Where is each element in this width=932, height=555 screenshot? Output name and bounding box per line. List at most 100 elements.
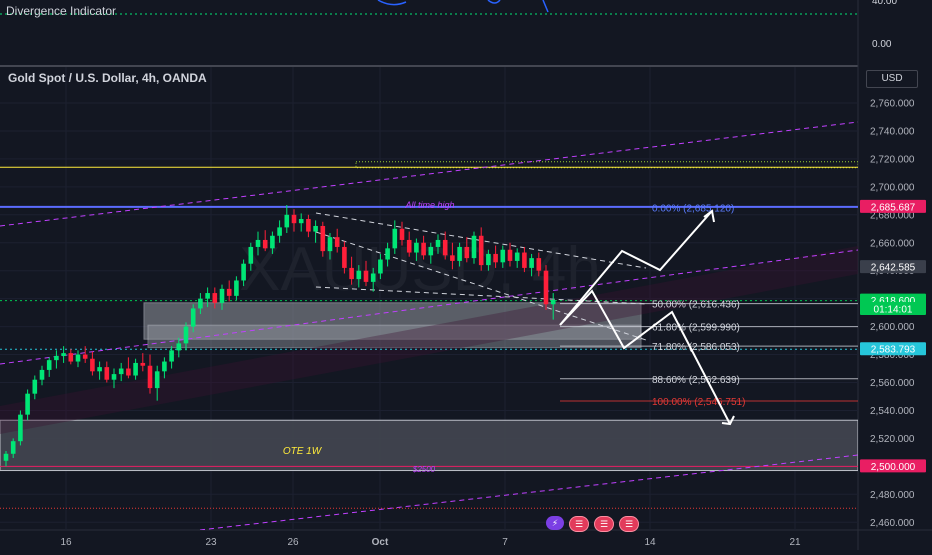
candle-body (298, 218, 304, 224)
candle-body (68, 353, 74, 362)
x-tick-labels: 16 23 26 Oct 7 14 21 (60, 537, 801, 548)
candle-body (212, 293, 218, 303)
candle-body (385, 248, 390, 260)
x-tick-label: Oct (372, 537, 389, 548)
candle-body (284, 214, 290, 228)
candle-body (205, 293, 210, 299)
fib-level-label: 0.00% (2,685.120) (652, 204, 734, 215)
candle-body (320, 225, 326, 252)
candle-body (392, 228, 398, 249)
candle-body (414, 242, 419, 253)
candle-body (486, 253, 491, 266)
candle-body (162, 361, 167, 372)
candle-body (529, 258, 534, 268)
price-label-text: 2,583.793 (871, 345, 916, 356)
price-label-text: 01:14:01 (874, 304, 913, 315)
candle-body (334, 237, 340, 247)
candle-body (356, 270, 362, 280)
candle-body (241, 263, 246, 281)
x-tick-label: 21 (789, 537, 801, 548)
candle-body (406, 239, 412, 253)
candle-body (118, 368, 124, 375)
candle-body (306, 218, 311, 232)
us-flag-icon[interactable]: ☰ (619, 516, 639, 532)
price-label-text: 2,500.000 (871, 462, 916, 473)
indicator-pane (0, 0, 858, 64)
candle-body (248, 246, 254, 264)
candle-body (543, 270, 549, 305)
x-tick-label: 14 (644, 537, 656, 548)
candle-body (234, 280, 239, 296)
indicator-title: Divergence Indicator (6, 4, 117, 18)
chart-annotation: OTE 1W (283, 446, 323, 457)
candle-body (126, 368, 131, 376)
candle-body (270, 235, 275, 249)
chart-title: Gold Spot / U.S. Dollar, 4h, OANDA (8, 71, 207, 85)
candle-body (75, 354, 81, 362)
candle-body (90, 358, 95, 372)
fib-level-label: 71.80% (2,586.053) (652, 342, 740, 353)
indicator-tick-label: 40.00 (872, 0, 897, 7)
candle-body (10, 441, 16, 454)
us-flag-icon[interactable]: ☰ (594, 516, 614, 532)
candle-body (154, 371, 160, 389)
candle-body (478, 235, 484, 266)
us-flag-icon[interactable]: ☰ (569, 516, 589, 532)
chart-annotation: $2500 (412, 465, 436, 474)
candle-body (169, 350, 174, 362)
candle-body (522, 252, 527, 268)
candle-body (61, 353, 66, 356)
candle-body (493, 253, 498, 263)
candle-body (25, 393, 30, 415)
chart-annotation: All time high (404, 200, 454, 210)
y-tick-label: 2,460.000 (870, 518, 915, 529)
candle-body (277, 227, 282, 236)
candle-body (378, 259, 383, 274)
y-tick-label: 2,600.000 (870, 322, 915, 333)
candle-body (133, 362, 138, 376)
candle-body (450, 255, 455, 261)
currency-button[interactable]: USD (866, 70, 918, 88)
candle-body (471, 235, 477, 259)
candle-body (514, 252, 520, 261)
candle-body (435, 239, 441, 247)
candle-body (363, 270, 369, 282)
candle-body (291, 214, 297, 224)
y-tick-label: 2,700.000 (870, 182, 915, 193)
fib-level-label: 100.00% (2,546.751) (652, 397, 745, 408)
candle-body (370, 273, 376, 282)
candle-body (183, 326, 189, 344)
candle-body (39, 369, 45, 380)
x-tick-label: 26 (287, 537, 299, 548)
candle-body (255, 239, 261, 247)
candle-body (198, 298, 203, 309)
candle-body (327, 237, 333, 252)
candle-body (313, 225, 318, 232)
chart-root: 40.00 0.00 XAUUSD, 4h 0.00% (2,685.120) 50… (0, 0, 932, 550)
y-tick-label: 2,740.000 (870, 126, 915, 137)
x-tick-label: 23 (205, 537, 217, 548)
fib-level-label: 61.80% (2,599.990) (652, 323, 740, 334)
candle-body (32, 379, 38, 394)
candle-body (500, 249, 506, 263)
candle-body (342, 246, 347, 268)
y-tick-label: 2,520.000 (870, 434, 915, 445)
candle-body (442, 239, 448, 256)
candle-body (104, 367, 110, 380)
candle-body (550, 300, 556, 305)
candle-body (262, 239, 268, 249)
y-tick-label: 2,720.000 (870, 154, 915, 165)
candle-body (140, 362, 146, 366)
fib-level-label: 50.00% (2,616.436) (652, 300, 740, 311)
candle-body (399, 228, 405, 240)
x-tick-label: 7 (502, 537, 508, 548)
candle-body (219, 288, 225, 303)
candle-body (97, 367, 102, 372)
y-tick-label: 2,660.000 (870, 238, 915, 249)
candle-body (46, 360, 52, 370)
candle-body (18, 414, 23, 442)
candle-body (147, 365, 153, 389)
candle-body (421, 242, 426, 256)
lightning-icon[interactable]: ⚡ (546, 516, 564, 530)
candle-body (190, 308, 196, 327)
